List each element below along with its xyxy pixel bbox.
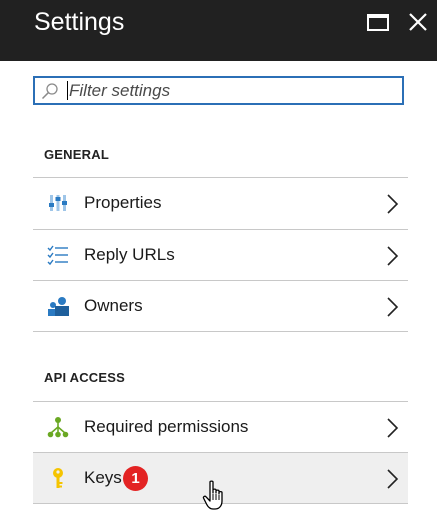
maximize-icon [367,14,389,31]
section-title-general: GENERAL [44,147,109,162]
properties-icon [49,195,67,211]
maximize-button[interactable] [366,10,392,36]
menu-item-owners[interactable]: Owners [33,281,408,332]
key-icon [53,468,63,488]
search-icon [41,83,58,100]
reply-urls-icon [47,245,68,266]
section-title-api-access: API ACCESS [44,370,125,385]
owners-icon [48,297,69,316]
page-title: Settings [34,8,125,36]
permissions-icon [47,417,69,438]
hand-cursor-icon [202,480,223,510]
text-caret [67,81,68,100]
close-icon [409,13,427,31]
menu-item-reply-urls[interactable]: Reply URLs [33,230,408,281]
close-button[interactable] [406,10,432,36]
filter-settings-field[interactable] [33,76,404,105]
menu-item-label: Properties [84,193,162,212]
menu-item-label: Required permissions [84,417,249,436]
menu-item-label: Reply URLs [84,245,175,264]
divider [33,331,408,332]
menu-item-label: Keys [84,468,122,487]
notification-badge: 1 [123,466,148,491]
menu-item-required-permissions[interactable]: Required permissions [33,402,408,453]
menu-item-properties[interactable]: Properties [33,178,408,229]
chevron-right-icon [387,246,399,266]
menu-item-label: Owners [84,296,143,315]
blade-header: Settings [0,0,437,61]
search-input[interactable] [69,80,399,101]
chevron-right-icon [387,194,399,214]
chevron-right-icon [387,469,399,489]
chevron-right-icon [387,297,399,317]
chevron-right-icon [387,418,399,438]
